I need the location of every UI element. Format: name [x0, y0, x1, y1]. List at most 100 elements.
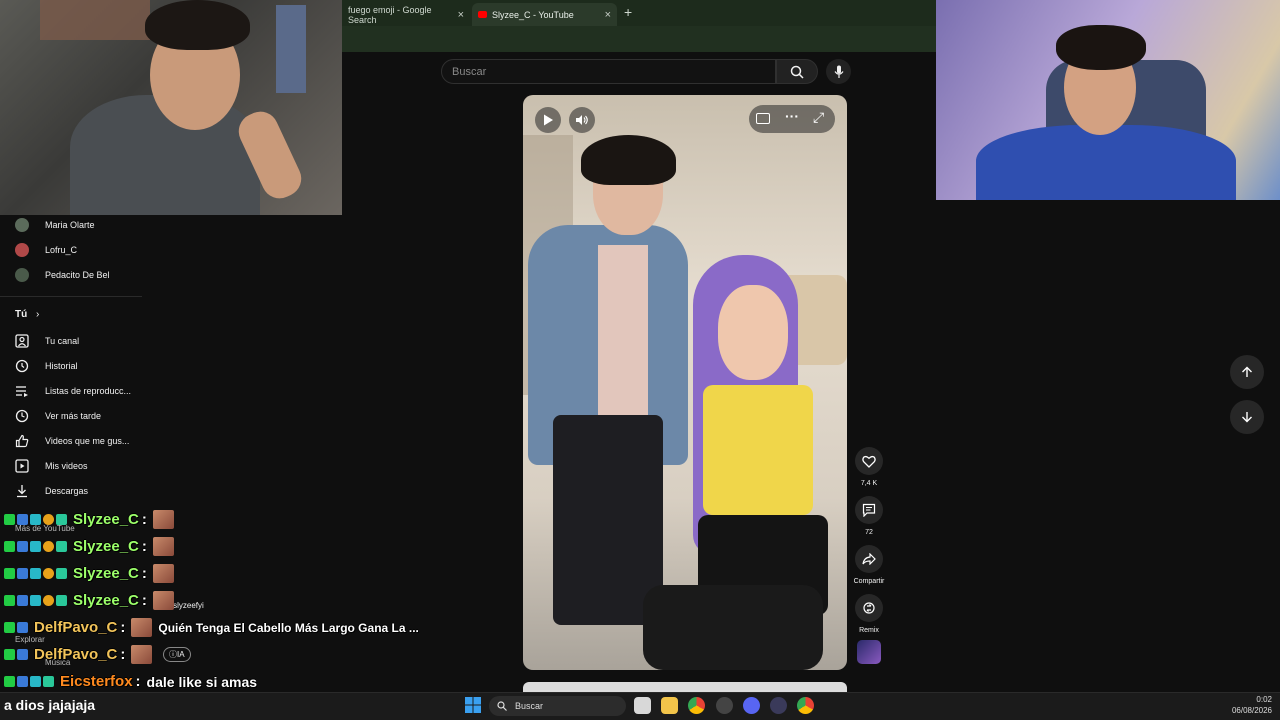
sidebar-subscription[interactable]: Maria Olarte: [14, 218, 95, 232]
sidebar-item-ver-mas-tarde[interactable]: Ver más tarde: [14, 408, 101, 424]
task-view-icon[interactable]: [634, 697, 651, 714]
comments-button[interactable]: 72: [855, 496, 883, 536]
comment-icon: [862, 503, 876, 517]
chat-message: Slyzee_C:: [4, 564, 174, 583]
badge-icon: [17, 568, 28, 579]
next-video-preview[interactable]: [523, 682, 847, 692]
close-icon[interactable]: ×: [458, 9, 464, 21]
badge-icon: [17, 622, 28, 633]
address-bar[interactable]: [342, 26, 936, 52]
clock-time: 0:02: [1256, 695, 1272, 704]
video-square-icon: [14, 458, 30, 474]
sidebar-item-label: Descargas: [45, 486, 89, 496]
badge-icon: [43, 568, 54, 579]
kick-badge-icon: [4, 676, 15, 687]
chat-message: DelfPavo_C:: [4, 645, 153, 664]
download-icon: [14, 483, 30, 499]
search-input[interactable]: Buscar: [441, 59, 776, 84]
sidebar-item-label: Historial: [45, 361, 78, 371]
badge-icon: [30, 568, 41, 579]
obs-icon[interactable]: [770, 697, 787, 714]
like-count: 7,4 K: [860, 480, 878, 487]
app-icon[interactable]: [716, 697, 733, 714]
sidebar-item-mis-videos[interactable]: Mis videos: [14, 458, 88, 474]
volume-button[interactable]: [569, 107, 595, 133]
chat-message: Slyzee_C:: [4, 591, 174, 610]
divider: [0, 296, 142, 297]
sidebar-item-historial[interactable]: Historial: [14, 358, 78, 374]
volume-icon: [576, 115, 588, 125]
sidebar-item-tu-canal[interactable]: Tu canal: [14, 333, 79, 349]
chrome-icon[interactable]: [688, 697, 705, 714]
chat-username: Slyzee_C: [73, 511, 139, 528]
sidebar-item-videos-gustan[interactable]: Videos que me gus...: [14, 433, 129, 449]
remix-button[interactable]: Remix: [855, 594, 883, 634]
chat-username: Eicsterfox: [60, 673, 133, 690]
share-button[interactable]: Compartir: [854, 545, 884, 585]
video-toolbar: ··· ⤢: [749, 105, 835, 133]
chat-separator: :: [120, 646, 126, 663]
play-button[interactable]: [535, 107, 561, 133]
windows-start-icon[interactable]: [465, 697, 481, 713]
kick-badge-icon: [4, 595, 15, 606]
info-icon: ⓘ: [169, 650, 177, 659]
fullscreen-icon[interactable]: ⤢: [813, 109, 824, 126]
kick-badge-icon: [4, 568, 15, 579]
like-button[interactable]: 7,4 K: [855, 447, 883, 487]
file-explorer-icon[interactable]: [661, 697, 678, 714]
new-tab-button[interactable]: +: [624, 4, 632, 20]
badge-icon: [43, 514, 54, 525]
avatar: [15, 268, 29, 282]
badge-icon: [30, 514, 41, 525]
badge-icon: [17, 676, 28, 687]
you-section-heading[interactable]: Tú ›: [15, 309, 39, 320]
chat-separator: :: [141, 565, 147, 582]
badge-icon: [30, 676, 41, 687]
sound-thumbnail[interactable]: [857, 640, 881, 664]
taskbar-search[interactable]: Buscar: [489, 696, 626, 716]
badge-icon: [43, 541, 54, 552]
badge-icon: [43, 595, 54, 606]
tab-youtube[interactable]: Slyzee_C - YouTube ×: [472, 3, 617, 26]
next-video-button[interactable]: [1230, 400, 1264, 434]
chat-text: dale like si amas: [146, 673, 258, 690]
sidebar-item-label: Mis videos: [45, 461, 88, 471]
history-icon: [14, 358, 30, 374]
captions-icon[interactable]: [756, 113, 770, 124]
badge-icon: [43, 676, 54, 687]
tab-google-search[interactable]: fuego emoji - Google Search ×: [342, 3, 470, 26]
chat-username: DelfPavo_C: [34, 646, 118, 663]
badge-icon: [17, 595, 28, 606]
chat-message: DelfPavo_C: Quién Tenga El Cabello Más L…: [4, 618, 419, 637]
more-icon[interactable]: ···: [785, 108, 799, 124]
system-clock[interactable]: 0:02 06/08/2026: [1222, 694, 1272, 716]
search-icon: [790, 65, 804, 79]
badge-icon: [56, 568, 67, 579]
heart-icon: [862, 455, 876, 468]
user-square-icon: [14, 333, 30, 349]
voice-search-button[interactable]: [826, 59, 851, 84]
arrow-up-icon: [1242, 366, 1252, 377]
chrome-icon[interactable]: [797, 697, 814, 714]
sidebar-item-label: Lofru_C: [45, 245, 78, 255]
search-button[interactable]: [776, 59, 818, 84]
previous-video-button[interactable]: [1230, 355, 1264, 389]
chat-message: Eicsterfox: dale like si amas: [4, 673, 257, 690]
badge-icon: [56, 514, 67, 525]
chat-username: Slyzee_C: [73, 538, 139, 555]
close-icon[interactable]: ×: [605, 9, 611, 21]
sidebar-subscription[interactable]: Lofru_C: [14, 243, 77, 257]
share-label: Compartir: [853, 578, 885, 585]
chat-separator: :: [141, 592, 147, 609]
ai-tag-label: IA: [177, 650, 185, 659]
shorts-video-player[interactable]: ··· ⤢: [523, 95, 847, 670]
clock-date: 06/08/2026: [1231, 706, 1272, 715]
sidebar-subscription[interactable]: Pedacito De Bel: [14, 268, 110, 282]
chat-username: DelfPavo_C: [34, 619, 118, 636]
emote-icon: [152, 564, 174, 583]
chat-separator: :: [141, 511, 147, 528]
sidebar-item-descargas[interactable]: Descargas: [14, 483, 88, 499]
kick-badge-icon: [4, 649, 15, 660]
sidebar-item-listas[interactable]: Listas de reproducc...: [14, 383, 131, 399]
discord-icon[interactable]: [743, 697, 760, 714]
